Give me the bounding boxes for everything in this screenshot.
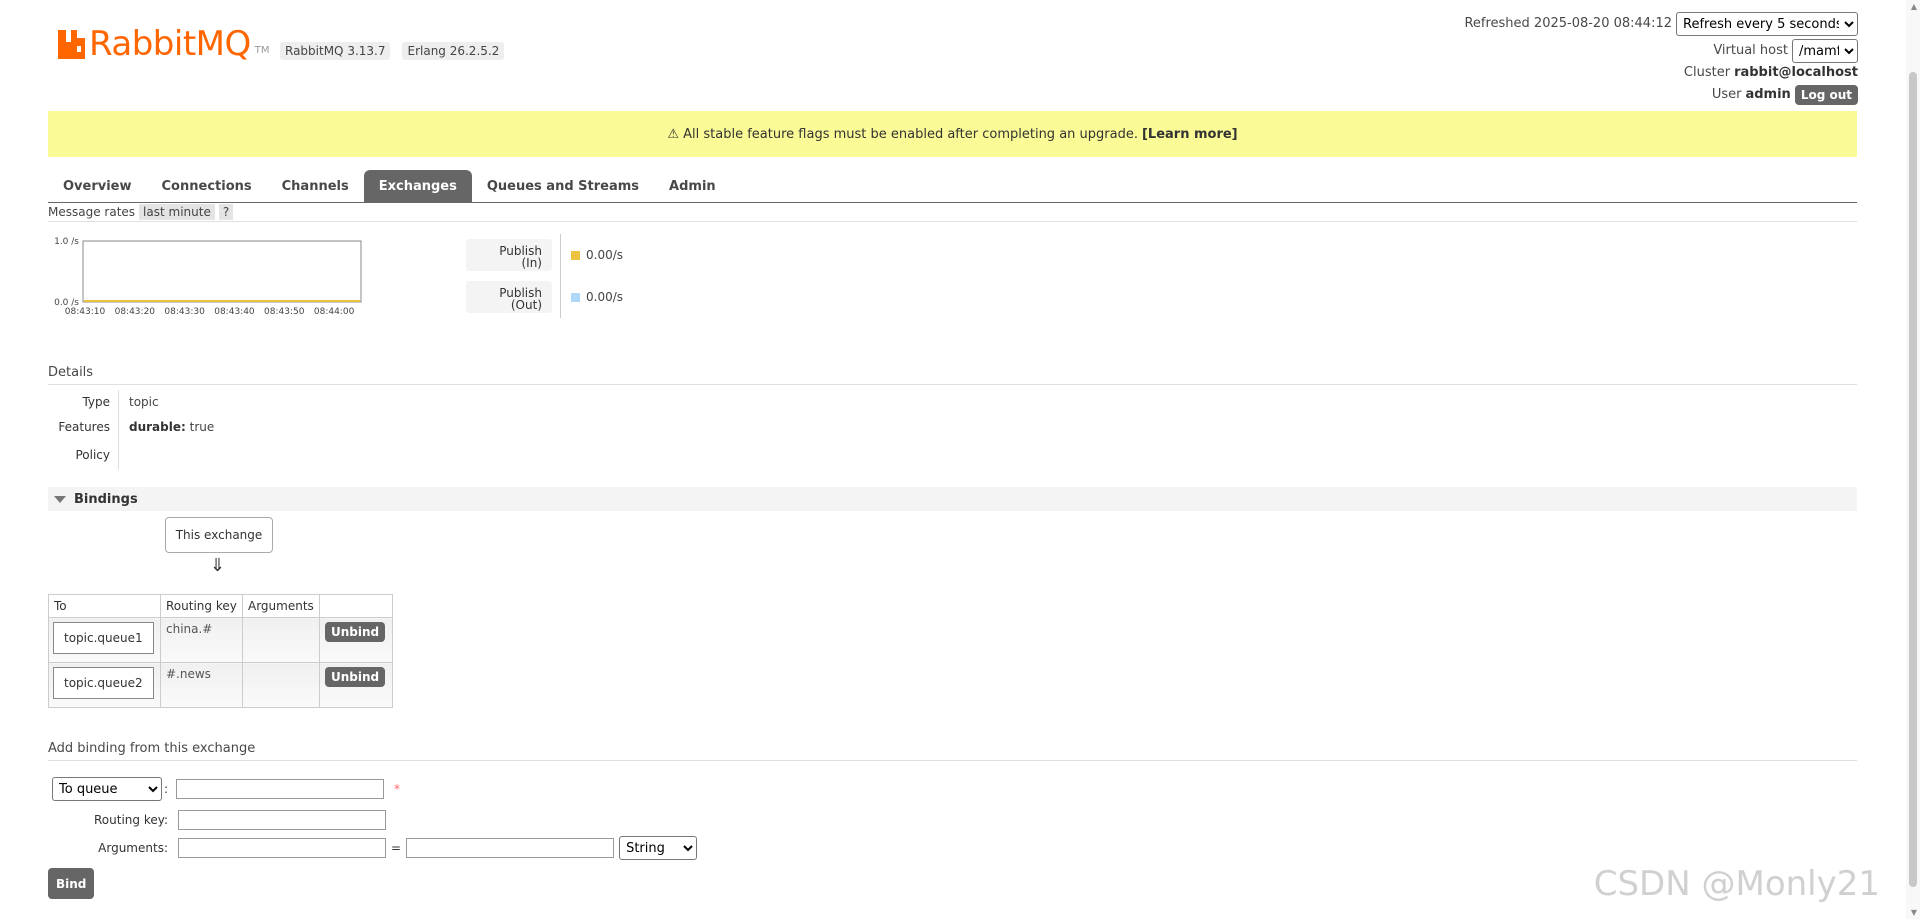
legend-swatch-in — [571, 250, 580, 260]
publish-out-rate: 0.00/s — [586, 290, 624, 304]
col-actions — [319, 594, 393, 618]
table-row: topic.queue1 china.# Unbind — [48, 617, 393, 663]
rabbitmq-logo-icon — [58, 30, 85, 59]
rate-period-toggle[interactable]: last minute — [139, 204, 215, 220]
bindings-table: To Routing key Arguments topic.queue1 ch… — [48, 594, 393, 708]
rates-chart-svg: 1.0 /s0.0 /s08:43:10 08:43:20 08:43:30 08:4… — [54, 237, 362, 317]
down-arrow-icon: ⇓ — [210, 555, 226, 576]
x-tick-label: 08:43:20 — [115, 307, 156, 317]
policy-label: Policy — [48, 440, 119, 470]
queue-link[interactable]: topic.queue1 — [53, 622, 154, 654]
page-scrollbar[interactable]: ▲ ▼ — [1906, 0, 1920, 919]
chart-plot-area — [82, 240, 362, 303]
cluster-label: Cluster — [1683, 65, 1731, 80]
routing-key-input[interactable] — [178, 810, 386, 830]
collapse-caret-icon — [54, 495, 66, 503]
equals-sign: = — [391, 841, 402, 855]
logout-button[interactable]: Log out — [1794, 85, 1858, 105]
scrollbar-thumb[interactable] — [1909, 72, 1917, 887]
tab-channels[interactable]: Channels — [267, 170, 364, 202]
colon-label: : — [164, 782, 169, 796]
bindings-heading: Bindings — [74, 491, 138, 507]
argument-type-select[interactable]: String — [619, 836, 698, 860]
watermark-text: CSDN @Monly21 — [1593, 864, 1880, 904]
details-heading: Details — [48, 365, 1857, 385]
destination-row: To queue : * — [52, 777, 400, 801]
cluster-name: rabbit@localhost — [1734, 65, 1858, 80]
arguments-row: Arguments: = String — [48, 836, 698, 860]
vhost-select[interactable]: /mamf — [1792, 39, 1858, 63]
user-label: User — [1711, 87, 1742, 102]
table-row: topic.queue2 #.news Unbind — [48, 662, 393, 708]
this-exchange-box: This exchange — [165, 517, 273, 553]
destination-type-select[interactable]: To queue — [52, 777, 162, 801]
arguments-label: Arguments: — [98, 841, 168, 855]
routing-key-row: Routing key: — [48, 810, 386, 830]
rates-help-button[interactable]: ? — [218, 204, 234, 220]
tab-exchanges[interactable]: Exchanges — [363, 170, 472, 202]
argument-value-input[interactable] — [406, 838, 615, 858]
logo-text: RabbitMQ — [89, 24, 251, 64]
add-binding-heading: Add binding from this exchange — [48, 741, 1857, 761]
message-rates-chart: 1.0 /s 0.0 /s 08:43:10 08:43:20 08:43:30 08:4… — [46, 232, 436, 336]
vhost-label: Virtual host — [1713, 43, 1788, 58]
scroll-up-icon[interactable]: ▲ — [1911, 2, 1917, 11]
routing-key-cell: #.news — [160, 662, 243, 708]
queue-link[interactable]: topic.queue2 — [53, 667, 154, 699]
type-value: topic — [129, 395, 159, 409]
features-key: durable: — [129, 420, 186, 434]
rabbitmq-version: RabbitMQ 3.13.7 — [280, 42, 391, 60]
features-label: Features — [48, 414, 119, 440]
arguments-cell — [242, 662, 320, 708]
publish-in-rate: 0.00/s — [586, 248, 624, 262]
routing-key-cell: china.# — [160, 617, 243, 663]
chart-legend: Publish (In) 0.00/s Publish (Out) 0.00/s — [466, 234, 623, 318]
legend-swatch-out — [571, 292, 580, 302]
feature-flags-banner: ⚠ All stable feature flags must be enabl… — [48, 111, 1857, 157]
col-arguments: Arguments — [242, 594, 320, 618]
refresh-interval-select[interactable]: Refresh every 5 seconds — [1676, 12, 1858, 36]
unbind-button[interactable]: Unbind — [325, 622, 386, 642]
destination-input[interactable] — [176, 779, 385, 799]
x-tick-label: 08:43:30 — [164, 307, 205, 317]
message-rates-label: Message rates — [48, 205, 136, 219]
erlang-version: Erlang 26.2.5.2 — [402, 42, 505, 60]
user-name: admin — [1745, 87, 1791, 102]
col-routing-key: Routing key — [160, 594, 243, 618]
tab-admin[interactable]: Admin — [654, 170, 731, 202]
tab-queues-and-streams[interactable]: Queues and Streams — [472, 170, 654, 202]
tab-overview[interactable]: Overview — [48, 170, 147, 202]
x-tick-label: 08:43:10 — [65, 307, 106, 317]
tab-connections[interactable]: Connections — [147, 170, 267, 202]
col-to: To — [48, 594, 161, 618]
main-nav-tabs: Overview Connections Channels Exchanges … — [48, 170, 1857, 203]
routing-key-label: Routing key: — [94, 813, 168, 827]
y-tick-label: 1.0 /s — [54, 237, 79, 247]
refreshed-time: Refreshed 2025-08-20 08:44:12 — [1464, 16, 1672, 31]
status-panel: Refreshed 2025-08-20 08:44:12 Refresh ev… — [1464, 12, 1858, 106]
required-marker: * — [394, 782, 401, 796]
legend-publish-out: Publish (Out) 0.00/s — [466, 276, 623, 318]
arguments-cell — [242, 617, 320, 663]
message-rates-bar: Message rates last minute ? — [48, 203, 1857, 222]
logo-trademark: TM — [254, 45, 270, 56]
type-label: Type — [48, 390, 119, 414]
x-tick-label: 08:44:00 — [314, 307, 355, 317]
rabbitmq-logo[interactable]: RabbitMQ TM — [58, 24, 270, 64]
details-table: Type topic Features durable: true Policy — [48, 390, 448, 470]
legend-label-line2: (In) — [521, 256, 542, 270]
bindings-section-toggle[interactable]: Bindings — [48, 487, 1857, 511]
banner-text: ⚠ All stable feature flags must be enabl… — [667, 126, 1138, 142]
features-value: true — [189, 420, 215, 434]
scroll-down-icon[interactable]: ▼ — [1911, 908, 1917, 917]
learn-more-link[interactable]: [Learn more] — [1142, 127, 1238, 142]
x-tick-label: 08:43:50 — [264, 307, 305, 317]
unbind-button[interactable]: Unbind — [325, 667, 386, 687]
legend-label-line2: (Out) — [510, 298, 542, 312]
bind-button[interactable]: Bind — [48, 868, 95, 899]
argument-key-input[interactable] — [178, 838, 386, 858]
legend-publish-in: Publish (In) 0.00/s — [466, 234, 623, 276]
x-tick-label: 08:43:40 — [214, 307, 255, 317]
